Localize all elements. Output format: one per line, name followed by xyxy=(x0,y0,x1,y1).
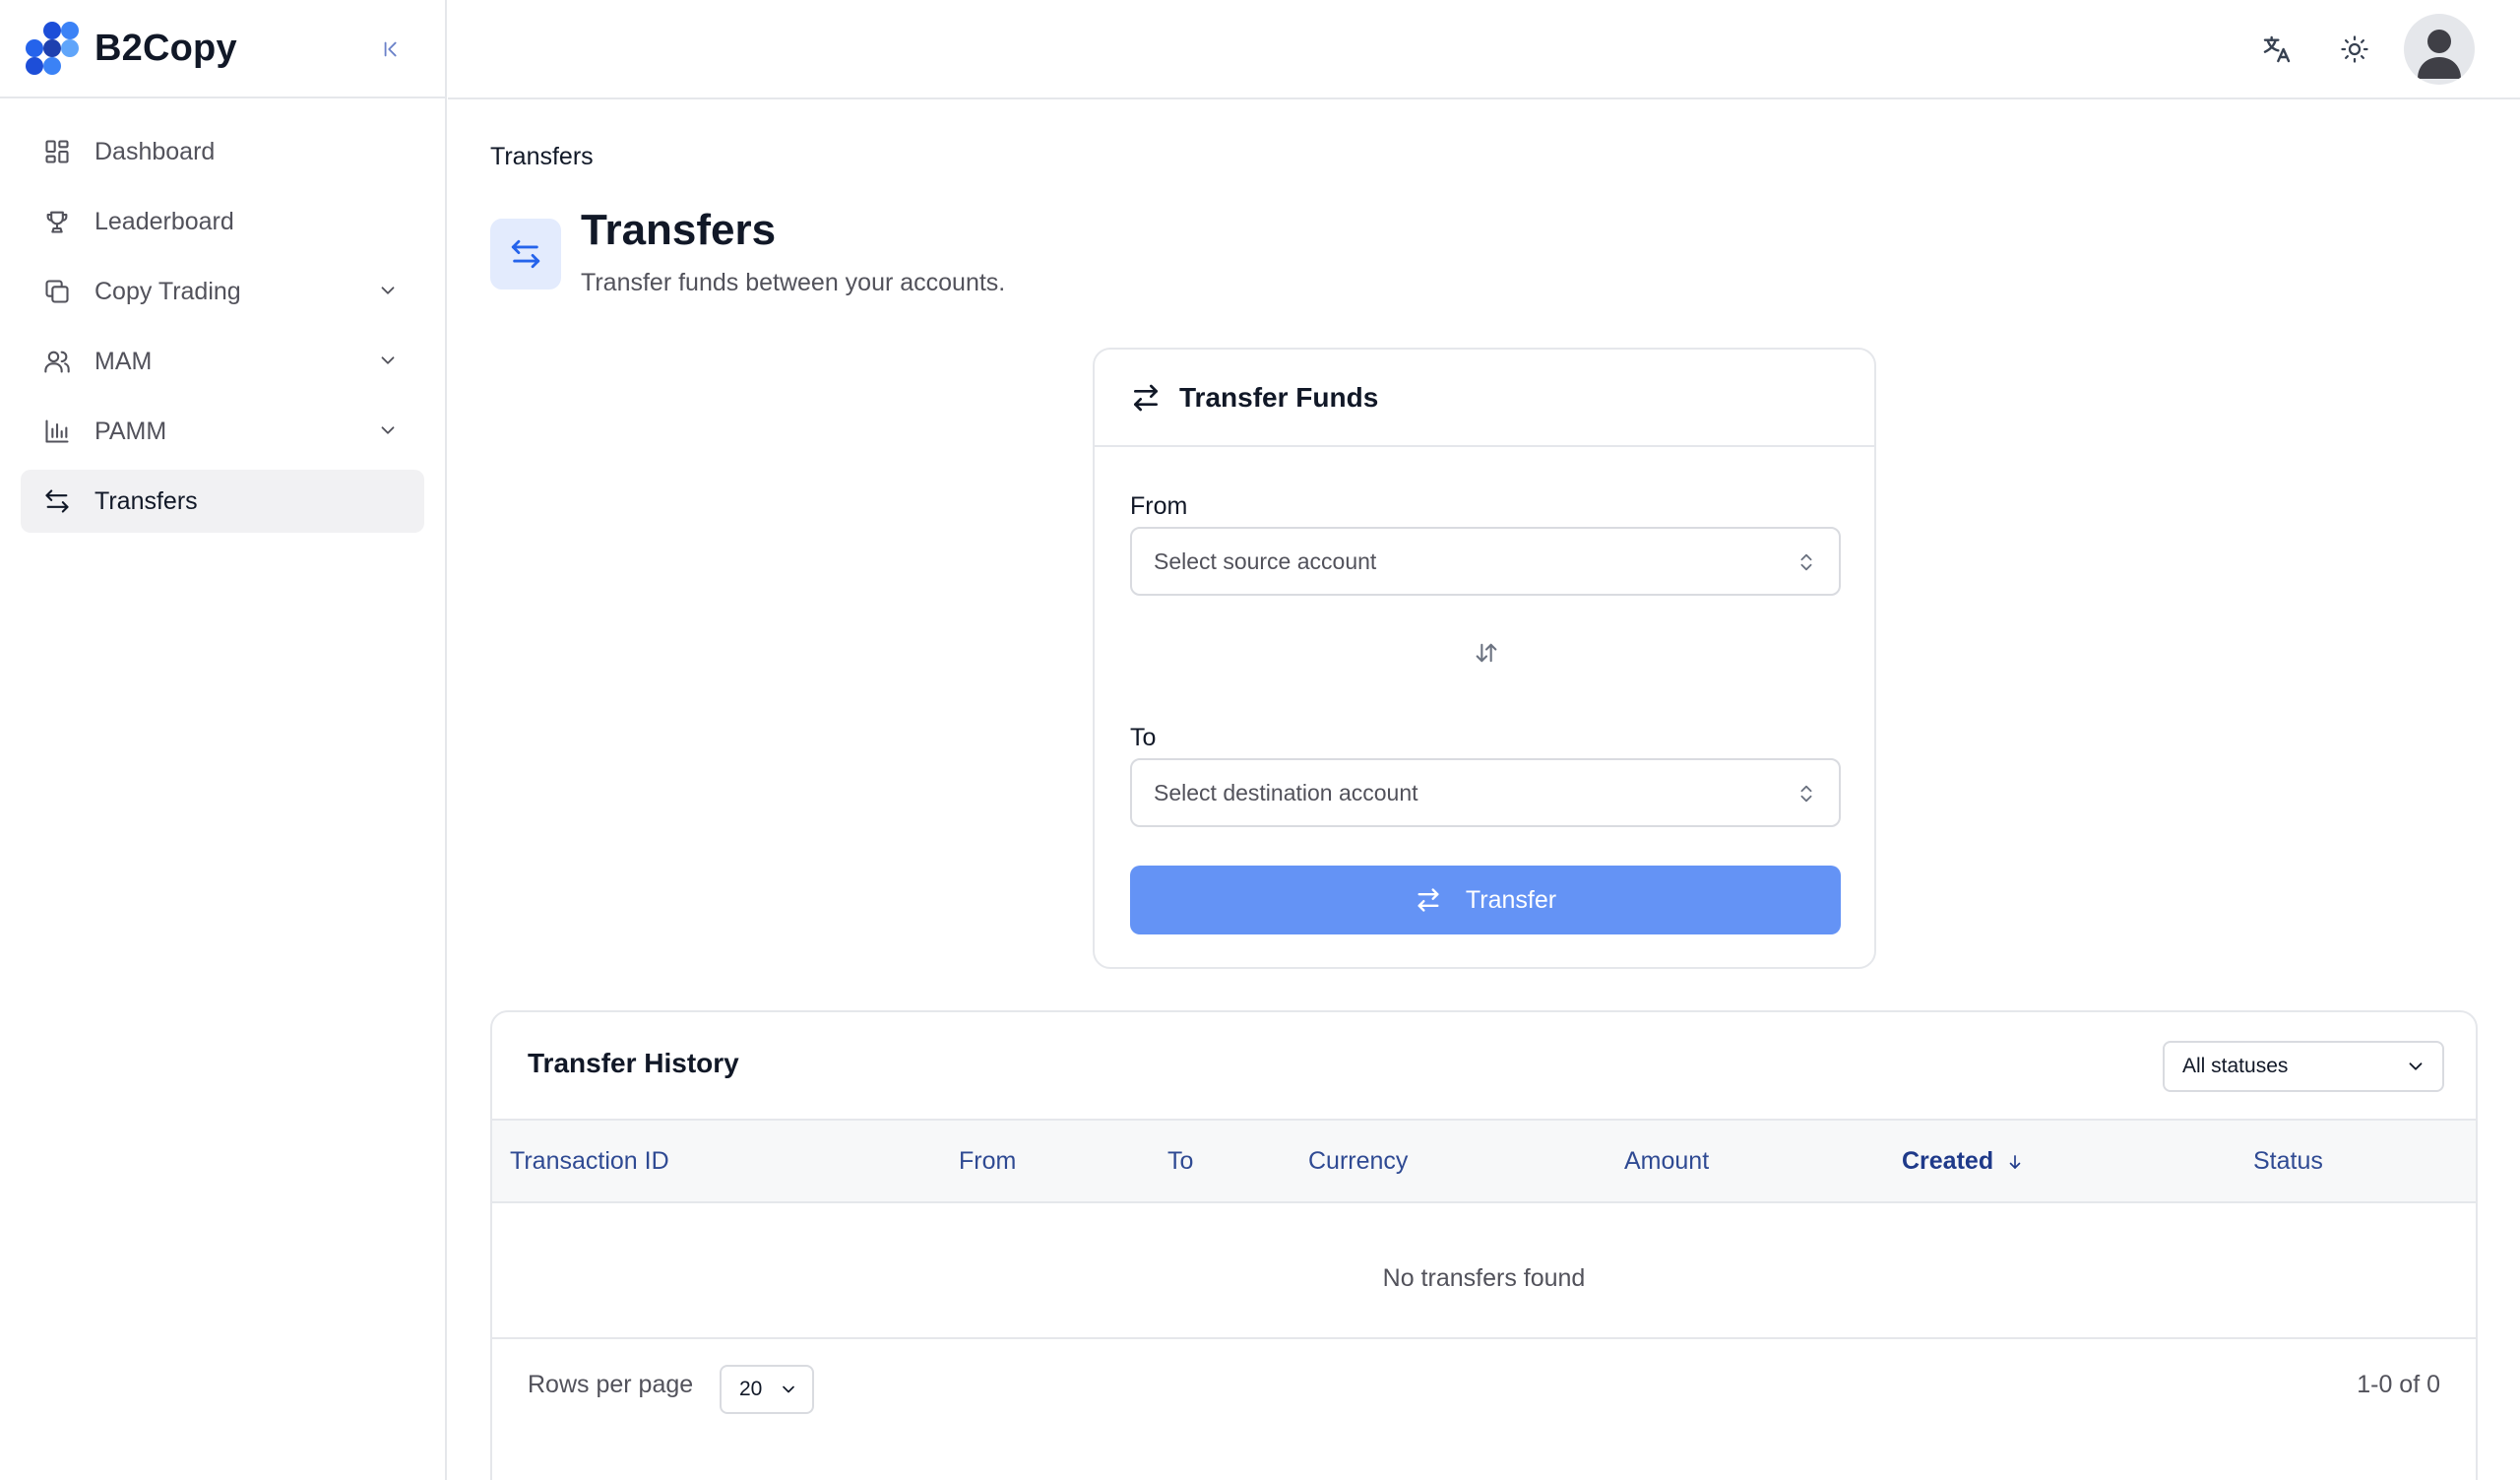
status-filter-select[interactable]: All statuses xyxy=(2163,1041,2444,1092)
column-to[interactable]: To xyxy=(1167,1147,1193,1176)
user-icon xyxy=(2418,30,2461,79)
theme-toggle-button[interactable] xyxy=(2333,28,2376,71)
app-name: B2Copy xyxy=(94,27,237,69)
sidebar-item-pamm[interactable]: PAMM xyxy=(21,400,424,463)
collapse-icon xyxy=(384,41,397,57)
users-icon xyxy=(41,346,73,377)
top-bar xyxy=(448,0,2520,99)
sidebar-item-label: Copy Trading xyxy=(94,277,241,305)
sidebar-item-label: Transfers xyxy=(94,486,198,515)
swap-accounts-button[interactable] xyxy=(1472,638,1501,668)
sidebar-item-label: Leaderboard xyxy=(94,207,234,235)
transfer-icon xyxy=(511,239,540,269)
transfer-button-label: Transfer xyxy=(1465,885,1557,914)
sidebar-item-transfers[interactable]: Transfers xyxy=(21,470,424,533)
chevron-updown-icon xyxy=(1800,785,1812,803)
bar-chart-icon xyxy=(41,416,73,447)
chevron-down-icon xyxy=(375,278,401,303)
exchange-icon xyxy=(1418,888,1439,912)
rows-per-page-select[interactable]: 20 xyxy=(720,1365,814,1414)
logo xyxy=(26,22,79,75)
destination-account-select[interactable]: Select destination account xyxy=(1130,758,1841,827)
exchange-icon xyxy=(1134,384,1158,411)
transfer-icon xyxy=(41,485,73,517)
main-content: Transfers Transfers Transfer funds betwe… xyxy=(448,99,2520,1480)
divider xyxy=(492,1337,2476,1339)
page-icon xyxy=(490,219,561,290)
column-currency[interactable]: Currency xyxy=(1308,1147,1408,1176)
destination-account-placeholder: Select destination account xyxy=(1154,779,1418,805)
transfer-funds-card: Transfer Funds From Select source accoun… xyxy=(1093,348,1876,969)
trophy-icon xyxy=(41,206,73,237)
column-created[interactable]: Created xyxy=(1902,1147,2024,1176)
arrow-down-icon xyxy=(2009,1155,2021,1170)
page-subtitle: Transfer funds between your accounts. xyxy=(581,269,1006,296)
transfer-history-card: Transfer History All statuses Transactio… xyxy=(490,1010,2478,1480)
brand: B2Copy xyxy=(0,0,445,98)
to-label: To xyxy=(1130,724,1157,751)
sidebar-item-dashboard[interactable]: Dashboard xyxy=(21,120,424,183)
from-label: From xyxy=(1130,492,1188,520)
sidebar-item-copy-trading[interactable]: Copy Trading xyxy=(21,260,424,323)
user-avatar[interactable] xyxy=(2404,14,2475,85)
source-account-placeholder: Select source account xyxy=(1154,547,1377,574)
sidebar-item-label: MAM xyxy=(94,347,153,375)
chevron-down-icon xyxy=(2409,1062,2423,1070)
sidebar-item-mam[interactable]: MAM xyxy=(21,330,424,393)
rows-per-page-label: Rows per page xyxy=(528,1371,694,1398)
card-header: Transfer Funds xyxy=(1095,350,1874,447)
dashboard-icon xyxy=(41,136,73,167)
status-filter-value: All statuses xyxy=(2182,1055,2289,1077)
column-amount[interactable]: Amount xyxy=(1624,1147,1709,1176)
transfer-button[interactable]: Transfer xyxy=(1130,866,1841,934)
history-title: Transfer History xyxy=(528,1048,739,1078)
swap-vertical-icon xyxy=(1476,643,1497,663)
source-account-select[interactable]: Select source account xyxy=(1130,527,1841,596)
sidebar: B2Copy Dashboard Leaderboard Copy Tradin… xyxy=(0,0,447,1480)
copy-icon xyxy=(41,276,73,307)
collapse-sidebar-button[interactable] xyxy=(376,33,408,65)
sidebar-nav: Dashboard Leaderboard Copy Trading MAM P… xyxy=(0,98,445,533)
column-from[interactable]: From xyxy=(959,1147,1016,1176)
translate-icon xyxy=(2263,35,2291,63)
column-created-label: Created xyxy=(1902,1147,1994,1175)
table-header: Transaction ID From To Currency Amount C… xyxy=(492,1119,2476,1203)
card-title: Transfer Funds xyxy=(1179,381,1379,413)
pagination-range: 1-0 of 0 xyxy=(2357,1371,2440,1398)
chevron-down-icon xyxy=(375,418,401,443)
chevron-down-icon xyxy=(783,1385,794,1393)
empty-state: No transfers found xyxy=(1382,1264,1586,1292)
column-transaction-id[interactable]: Transaction ID xyxy=(510,1147,669,1176)
chevron-down-icon xyxy=(375,348,401,373)
sidebar-item-label: Dashboard xyxy=(94,137,216,165)
page-title: Transfers xyxy=(581,206,777,254)
sidebar-item-label: PAMM xyxy=(94,417,167,445)
rows-per-page-value: 20 xyxy=(739,1378,763,1400)
sidebar-item-leaderboard[interactable]: Leaderboard xyxy=(21,190,424,253)
sun-icon xyxy=(2341,35,2368,63)
language-button[interactable] xyxy=(2255,28,2299,71)
column-status[interactable]: Status xyxy=(2253,1147,2323,1176)
breadcrumb[interactable]: Transfers xyxy=(490,143,594,171)
chevron-updown-icon xyxy=(1800,553,1812,571)
